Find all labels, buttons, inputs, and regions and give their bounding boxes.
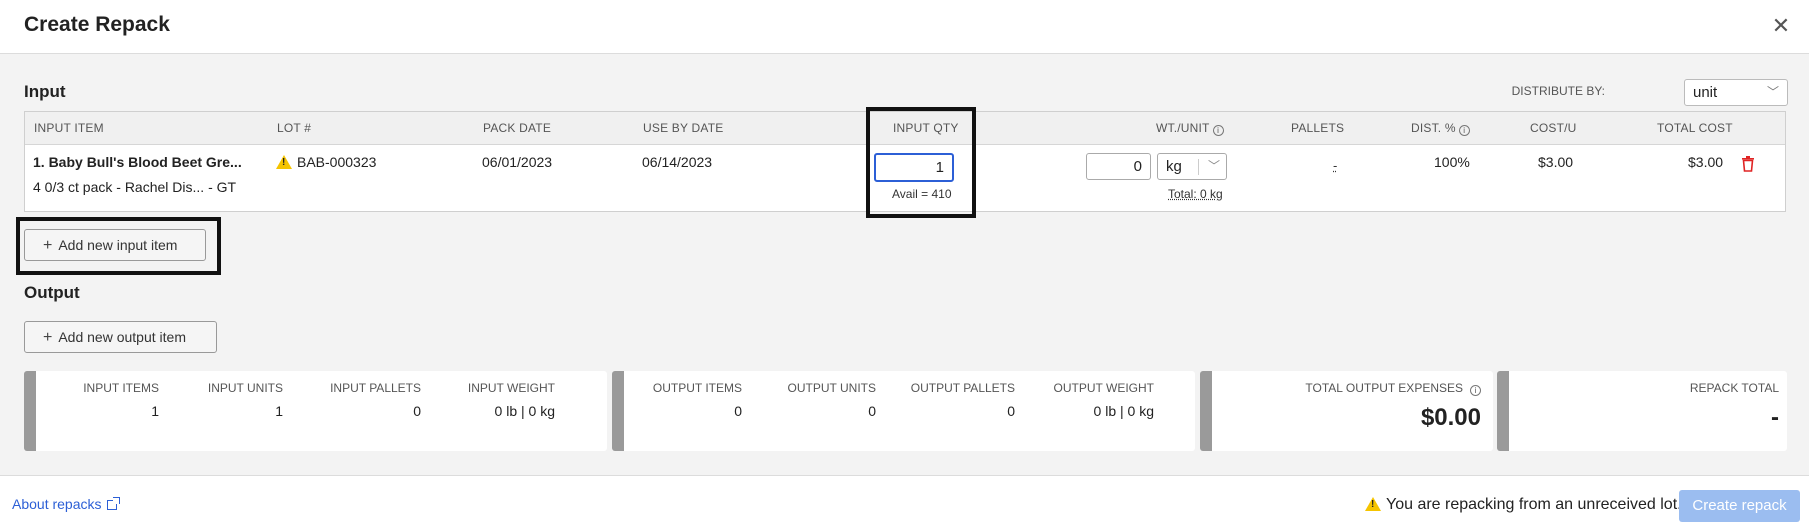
- weight-per-unit-input[interactable]: 0: [1086, 153, 1151, 180]
- distribute-by-select[interactable]: unit ﹀: [1684, 79, 1788, 106]
- input-section-title: Input: [24, 82, 66, 101]
- output-pallets-label: OUTPUT PALLETS: [910, 381, 1015, 395]
- output-items-label: OUTPUT ITEMS: [652, 381, 742, 395]
- lot-number: BAB-000323: [297, 154, 377, 170]
- output-units-value: 0: [868, 403, 876, 419]
- output-section-title: Output: [24, 283, 80, 302]
- input-units-label: INPUT UNITS: [207, 381, 283, 395]
- output-pallets-value: 0: [1007, 403, 1015, 419]
- add-output-item-button[interactable]: + Add new output item: [24, 321, 217, 353]
- total-output-expenses-label: TOTAL OUTPUT EXPENSES: [1305, 381, 1463, 395]
- col-total-cost: TOTAL COST: [1657, 121, 1733, 135]
- output-weight-label: OUTPUT WEIGHT: [1053, 381, 1154, 395]
- col-dist-pct-label: DIST. %: [1411, 121, 1456, 135]
- add-input-highlight: [16, 217, 221, 275]
- create-repack-button[interactable]: Create repack: [1679, 490, 1800, 522]
- about-repacks-label: About repacks: [12, 496, 102, 512]
- pack-date: 06/01/2023: [482, 154, 553, 170]
- col-input-item: INPUT ITEM: [34, 121, 104, 135]
- input-items-value: 1: [151, 403, 159, 419]
- distribute-by-label: DISTRIBUTE BY:: [1511, 84, 1605, 98]
- col-pallets: PALLETS: [1291, 121, 1345, 135]
- input-item-desc: 4 0/3 ct pack - Rachel Dis... - GT: [33, 179, 237, 195]
- unreceived-lot-warning: You are repacking from an unreceived lot…: [1365, 496, 1682, 514]
- repack-total-value: -: [1771, 404, 1779, 431]
- modal-title: Create Repack: [24, 13, 170, 36]
- chevron-down-icon: ﹀: [1766, 85, 1779, 99]
- warning-icon: [276, 155, 292, 169]
- about-repacks-link[interactable]: About repacks: [12, 496, 120, 512]
- distribute-by-value: unit: [1693, 84, 1718, 101]
- output-weight-value: 0 lb | 0 kg: [1093, 403, 1154, 419]
- output-summary-card: OUTPUT ITEMS 0 OUTPUT UNITS 0 OUTPUT PAL…: [612, 371, 1195, 451]
- col-use-by-date: USE BY DATE: [643, 121, 724, 135]
- output-items-value: 0: [734, 403, 742, 419]
- info-icon[interactable]: i: [1212, 125, 1224, 136]
- col-pack-date: PACK DATE: [483, 121, 552, 135]
- lot-cell: BAB-000323: [276, 154, 376, 170]
- input-pallets-label: INPUT PALLETS: [330, 381, 421, 395]
- weight-unit-value: kg: [1166, 158, 1182, 175]
- dist-pct-value: 100%: [1434, 154, 1470, 170]
- total-output-expenses-card: TOTAL OUTPUT EXPENSES i $0.00: [1200, 371, 1493, 451]
- col-lot: LOT #: [277, 121, 312, 135]
- select-divider: [1198, 159, 1199, 175]
- col-dist-pct: DIST. % i: [1411, 121, 1470, 136]
- trash-icon[interactable]: [1741, 156, 1755, 172]
- total-weight: Total: 0 kg: [1168, 187, 1223, 201]
- info-icon[interactable]: i: [1470, 385, 1481, 396]
- input-units-value: 1: [275, 403, 283, 419]
- warning-icon: [1365, 497, 1381, 511]
- col-wt-unit: WT./UNIT i: [1156, 121, 1224, 136]
- total-cost: $3.00: [1688, 154, 1724, 170]
- input-items-label: INPUT ITEMS: [83, 381, 159, 395]
- repack-total-card: REPACK TOTAL -: [1497, 371, 1787, 451]
- input-weight-label: INPUT WEIGHT: [467, 381, 555, 395]
- weight-unit-select[interactable]: kg ﹀: [1157, 153, 1227, 180]
- chevron-down-icon: ﹀: [1207, 159, 1220, 173]
- pallets-value[interactable]: -: [1333, 158, 1337, 173]
- plus-icon: +: [43, 329, 53, 346]
- output-units-label: OUTPUT UNITS: [787, 381, 876, 395]
- repack-total-label: REPACK TOTAL: [1689, 381, 1779, 395]
- input-summary-card: INPUT ITEMS 1 INPUT UNITS 1 INPUT PALLET…: [24, 371, 607, 451]
- input-pallets-value: 0: [413, 403, 421, 419]
- add-output-item-label: Add new output item: [58, 329, 186, 345]
- close-icon[interactable]: ✕: [1767, 12, 1795, 40]
- total-output-expenses-header: TOTAL OUTPUT EXPENSES i: [1305, 381, 1481, 396]
- input-weight-value: 0 lb | 0 kg: [494, 403, 555, 419]
- cost-per-unit: $3.00: [1538, 154, 1574, 170]
- info-icon[interactable]: i: [1458, 125, 1470, 136]
- modal-header: Create Repack ✕: [0, 0, 1809, 54]
- col-cost-u: COST/U: [1530, 121, 1577, 135]
- input-qty-highlight: [866, 107, 976, 218]
- external-link-icon: [106, 497, 120, 510]
- total-output-expenses-value: $0.00: [1420, 404, 1481, 431]
- modal-footer: About repacks You are repacking from an …: [0, 475, 1809, 527]
- warning-text: You are repacking from an unreceived lot…: [1386, 496, 1682, 513]
- input-item-name: 1. Baby Bull's Blood Beet Gre...: [33, 154, 242, 170]
- use-by-date: 06/14/2023: [642, 154, 713, 170]
- col-wt-unit-label: WT./UNIT: [1156, 121, 1210, 135]
